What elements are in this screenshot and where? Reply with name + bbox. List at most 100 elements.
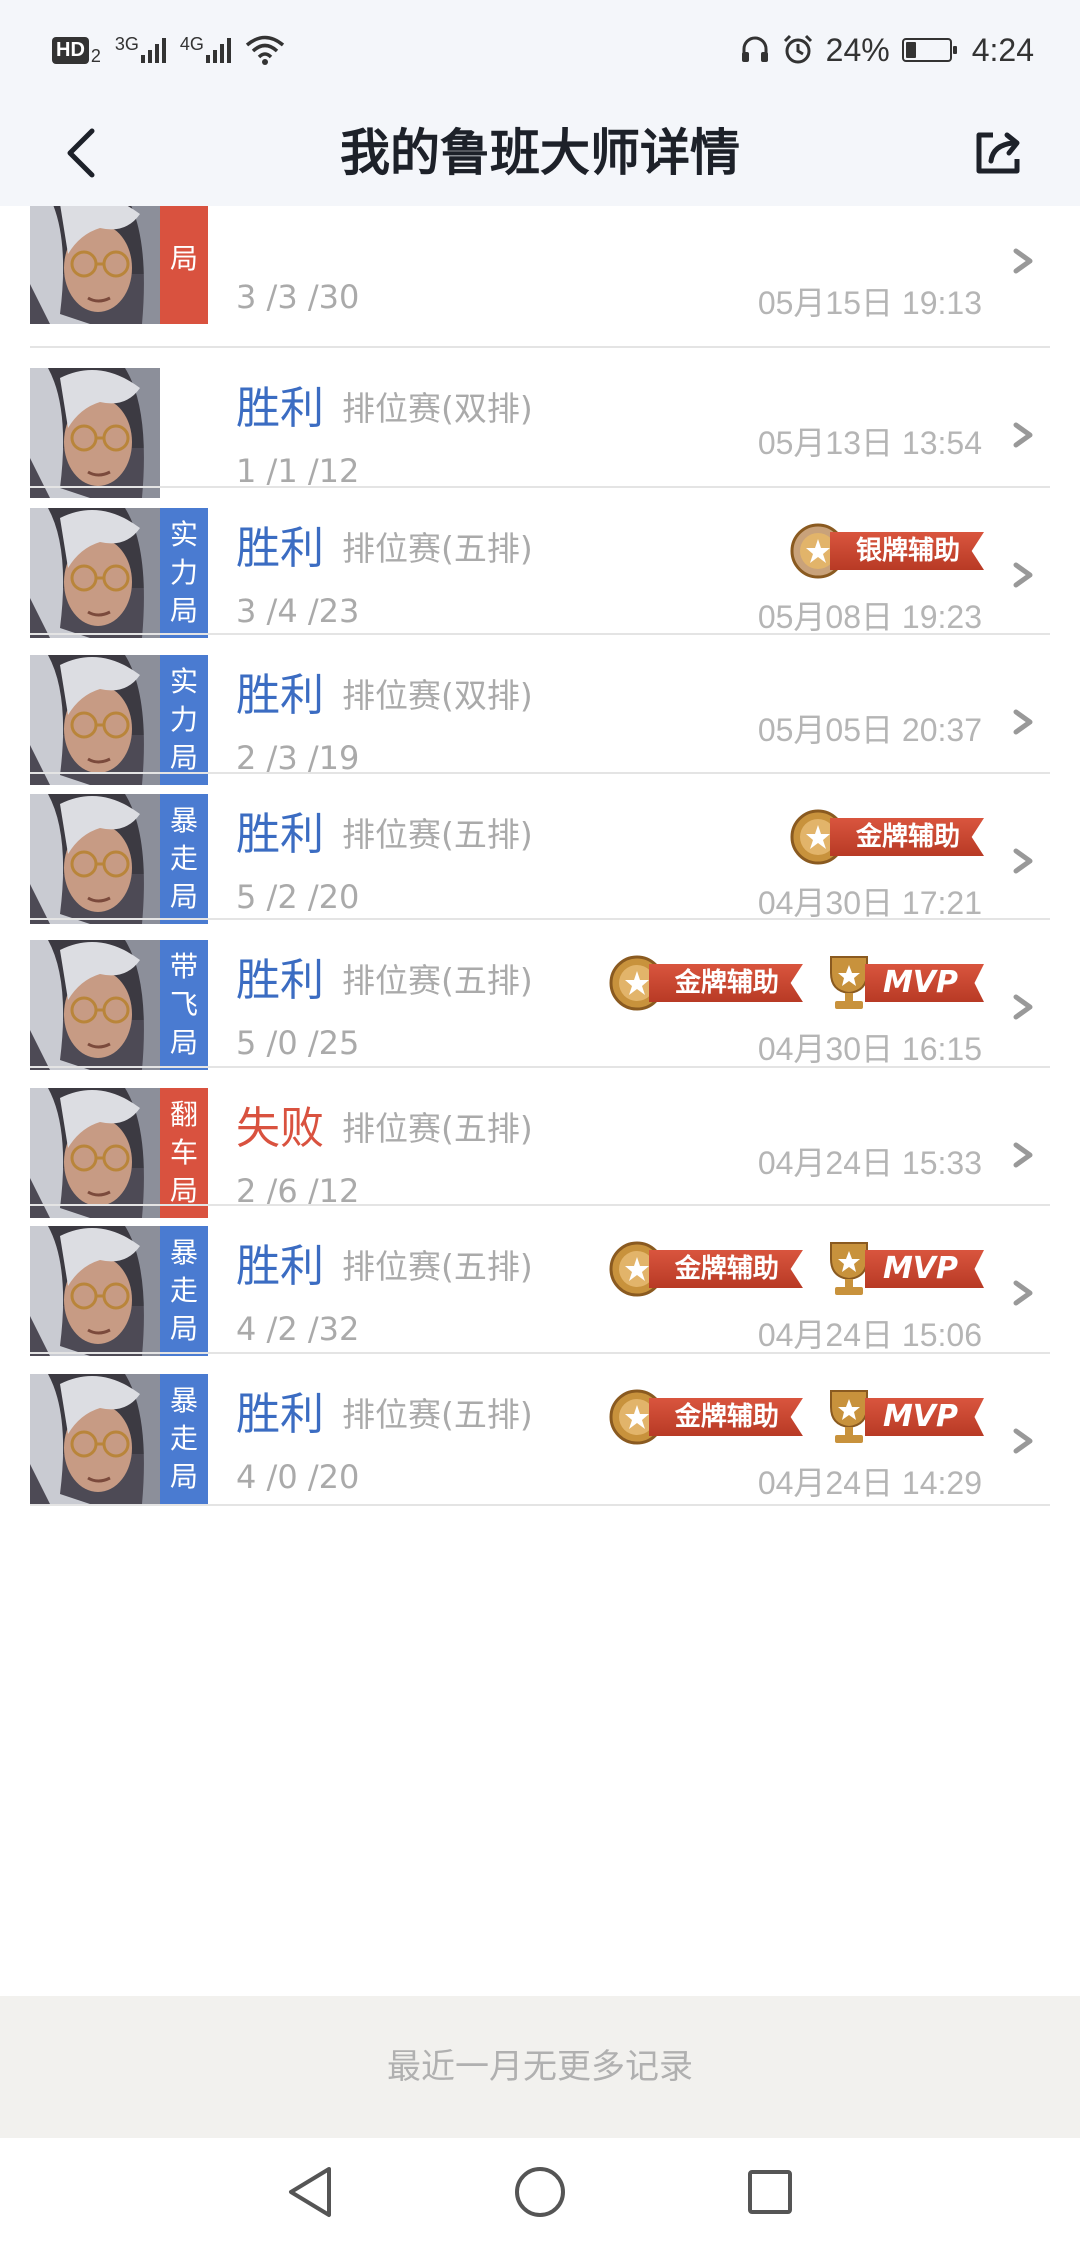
match-mode: 排位赛(双排) xyxy=(342,676,533,715)
mvp-badge-label: MVP xyxy=(864,1250,984,1288)
chevron-right-icon xyxy=(1008,707,1038,737)
medal-badge-label: 银牌辅助 xyxy=(829,532,984,570)
system-nav-bar xyxy=(0,2138,1080,2244)
achievement-badges: 金牌辅助 xyxy=(788,808,984,866)
network-3g-label: 3G xyxy=(114,33,139,54)
match-row[interactable]: 胜利 排位赛(双排) 1 /1 /12 05月13日 13:54 xyxy=(0,348,1080,498)
mvp-badge: MVP xyxy=(821,1240,984,1298)
medal-badge: 金牌辅助 xyxy=(607,1388,803,1446)
hero-portrait xyxy=(30,1374,160,1504)
match-time: 05月08日 19:23 xyxy=(757,599,982,635)
status-right: 24% 4:24 xyxy=(740,28,1034,72)
medal-badge-label: 金牌辅助 xyxy=(648,1398,803,1436)
match-mode: 排位赛(五排) xyxy=(342,1395,533,1434)
match-tag: 局 xyxy=(160,206,208,324)
circle-home-icon xyxy=(515,2167,565,2217)
match-result: 胜利 xyxy=(236,955,324,1006)
hero-avatar: 暴走局 xyxy=(30,1226,208,1356)
status-bar: HD 2 3G 4G 24% 4:24 xyxy=(0,0,1080,100)
kda-score: 1 /1 /12 xyxy=(236,452,360,490)
match-mode: 排位赛(五排) xyxy=(342,815,533,854)
match-result: 胜利 xyxy=(236,523,324,574)
hero-portrait xyxy=(30,655,160,785)
nav-recent-button[interactable] xyxy=(742,2164,798,2220)
hero-avatar: 暴走局 xyxy=(30,794,208,924)
page-title: 我的鲁班大师详情 xyxy=(340,124,740,182)
match-row[interactable]: 实力局胜利 排位赛(五排) 3 /4 /23 05月08日 19:23 银牌辅助 xyxy=(0,488,1080,638)
match-list[interactable]: 局3 /3 /30 05月15日 19:13 胜利 排位赛(双排) 1 /1 /12 0… xyxy=(0,206,1080,1996)
match-tag: 暴走局 xyxy=(160,794,208,924)
chevron-right-icon xyxy=(1008,560,1038,590)
chevron-right-icon xyxy=(1008,1426,1038,1456)
share-icon xyxy=(976,132,1020,174)
match-time: 04月24日 14:29 xyxy=(757,1465,982,1501)
hero-portrait xyxy=(30,368,160,498)
match-time: 04月24日 15:33 xyxy=(757,1145,982,1181)
match-row[interactable]: 翻车局失败 排位赛(五排) 2 /6 /12 04月24日 15:33 xyxy=(0,1068,1080,1218)
achievement-badges: 金牌辅助 MVP xyxy=(607,1240,984,1298)
hero-avatar: 局 xyxy=(30,206,208,324)
hero-avatar: 实力局 xyxy=(30,508,208,638)
mvp-badge-label: MVP xyxy=(864,1398,984,1436)
hero-avatar: 翻车局 xyxy=(30,1088,208,1218)
match-tag: 暴走局 xyxy=(160,1226,208,1356)
battery-icon xyxy=(901,38,957,62)
match-mode: 排位赛(五排) xyxy=(342,961,533,1000)
hero-avatar: 实力局 xyxy=(30,655,208,785)
hero-avatar xyxy=(30,368,208,498)
hd-indicator: HD xyxy=(52,36,89,64)
match-row[interactable]: 暴走局胜利 排位赛(五排) 5 /2 /20 04月30日 17:21 金牌辅助 xyxy=(0,774,1080,924)
achievement-badges: 金牌辅助 MVP xyxy=(607,954,984,1012)
hero-portrait xyxy=(30,508,160,638)
match-mode: 排位赛(五排) xyxy=(342,1109,533,1148)
hero-portrait xyxy=(30,206,160,324)
no-more-records-note: 最近一月无更多记录 xyxy=(0,1996,1080,2138)
match-mode: 排位赛(双排) xyxy=(342,389,533,428)
achievement-badges: 金牌辅助 MVP xyxy=(607,1388,984,1446)
kda-score: 4 /0 /20 xyxy=(236,1458,360,1496)
match-row[interactable]: 暴走局胜利 排位赛(五排) 4 /0 /20 04月24日 14:29 金牌辅助 MV… xyxy=(0,1354,1080,1506)
kda-score: 5 /2 /20 xyxy=(236,878,360,916)
battery-percent: 24% xyxy=(825,31,890,68)
wifi-icon xyxy=(245,35,285,65)
hero-avatar: 暴走局 xyxy=(30,1374,208,1504)
match-result: 胜利 xyxy=(236,1389,324,1440)
mvp-badge: MVP xyxy=(821,1388,984,1446)
chevron-right-icon xyxy=(1008,846,1038,876)
chevron-right-icon xyxy=(1008,246,1038,276)
medal-badge: 金牌辅助 xyxy=(607,1240,803,1298)
chevron-right-icon xyxy=(1008,1278,1038,1308)
match-row[interactable]: 实力局胜利 排位赛(双排) 2 /3 /19 05月05日 20:37 xyxy=(0,635,1080,785)
match-row[interactable]: 暴走局胜利 排位赛(五排) 4 /2 /32 04月24日 15:06 金牌辅助 MV… xyxy=(0,1206,1080,1356)
medal-badge-label: 金牌辅助 xyxy=(829,818,984,856)
match-row[interactable]: 局 3 /3 /30 05月15日 19:13 xyxy=(0,206,1080,348)
nav-back-button[interactable] xyxy=(282,2164,338,2220)
match-time: 05月05日 20:37 xyxy=(757,712,982,748)
kda-score: 3 /3 /30 xyxy=(236,278,360,316)
mvp-badge: MVP xyxy=(821,954,984,1012)
clock: 4:24 xyxy=(971,31,1034,68)
match-result: 失败 xyxy=(236,1103,324,1154)
chevron-right-icon xyxy=(1008,1140,1038,1170)
match-time: 04月24日 15:06 xyxy=(757,1317,982,1353)
hero-portrait xyxy=(30,794,160,924)
status-left: HD 2 3G 4G xyxy=(52,28,285,72)
share-button[interactable] xyxy=(964,118,1034,188)
match-tag: 实力局 xyxy=(160,655,208,785)
match-tag: 实力局 xyxy=(160,508,208,638)
match-row[interactable]: 带飞局胜利 排位赛(五排) 5 /0 /25 04月30日 16:15 金牌辅助 MV… xyxy=(0,920,1080,1070)
hd-sub-label: 2 xyxy=(90,45,101,66)
signal-bars-icon xyxy=(205,37,231,63)
nav-home-button[interactable] xyxy=(512,2164,568,2220)
hero-avatar: 带飞局 xyxy=(30,940,208,1070)
title-bar: 我的鲁班大师详情 xyxy=(0,100,1080,206)
kda-score: 3 /4 /23 xyxy=(236,592,360,630)
match-tag: 带飞局 xyxy=(160,940,208,1070)
hero-portrait xyxy=(30,1226,160,1356)
medal-badge: 金牌辅助 xyxy=(788,808,984,866)
match-time: 05月15日 19:13 xyxy=(757,285,982,321)
kda-score: 5 /0 /25 xyxy=(236,1024,360,1062)
medal-badge: 银牌辅助 xyxy=(788,522,984,580)
alarm-icon xyxy=(783,34,812,64)
match-tag: 翻车局 xyxy=(160,1088,208,1218)
